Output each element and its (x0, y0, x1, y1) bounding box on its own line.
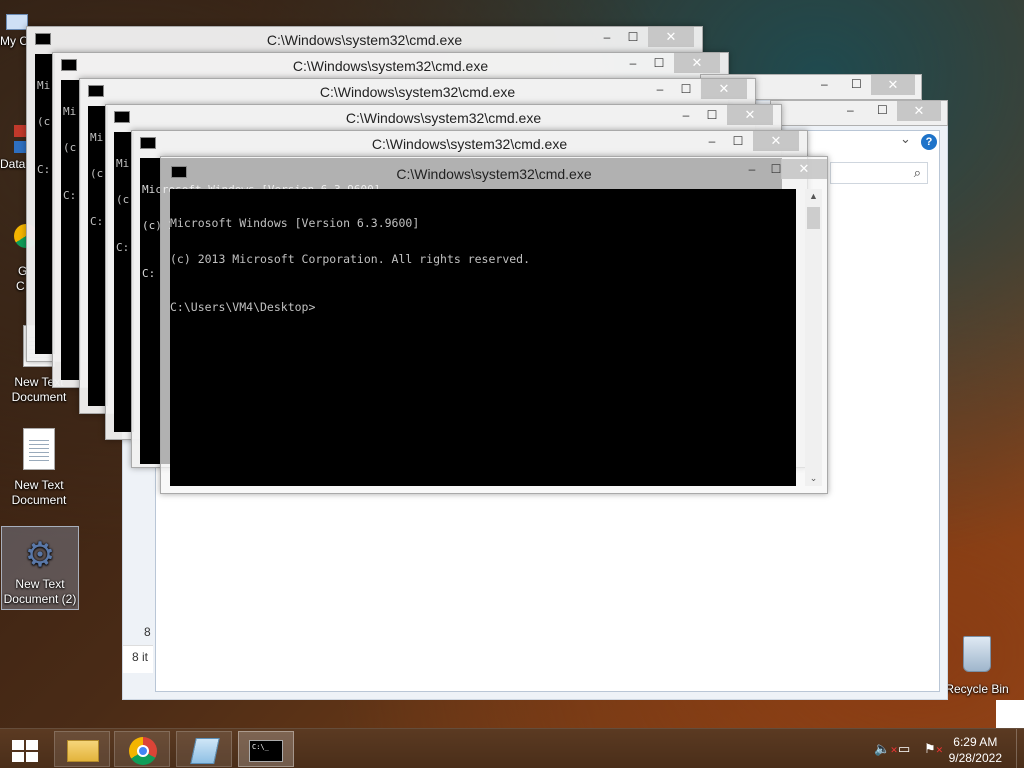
close-button[interactable]: ✕ (781, 159, 827, 179)
chrome-icon (129, 737, 157, 765)
minimize-button[interactable]: – (847, 103, 854, 117)
desktop-icon-label: New Text Document (2) (3, 577, 77, 606)
maximize-button[interactable]: ☐ (646, 53, 672, 73)
explorer-status-count: 8 (144, 625, 151, 639)
cmd-titlebar[interactable]: C:\Windows\system32\cmd.exe – ☐ ✕ (27, 27, 702, 53)
console-line: Microsoft Windows [Version 6.3.9600] (170, 216, 420, 230)
recycle-bin-icon (957, 630, 997, 674)
cmd-console[interactable]: Mi (c C: (61, 80, 81, 380)
notepad-icon (190, 738, 220, 764)
explorer-status-items: 8 it (132, 650, 149, 664)
maximize-button[interactable]: ☐ (725, 131, 751, 151)
desktop-icon-new-text-document-3[interactable]: ⚙ New Text Document (2) (1, 526, 79, 610)
scroll-thumb[interactable] (807, 207, 820, 229)
chrome-icon (0, 222, 38, 250)
close-button[interactable]: ✕ (727, 105, 773, 125)
taskbar-file-explorer[interactable] (54, 731, 110, 767)
desktop: My C Data G C New Text Document New Text… (0, 0, 1024, 728)
network-icon[interactable]: ▭ (898, 741, 910, 757)
minimize-button[interactable]: – (821, 77, 828, 91)
minimize-button[interactable]: – (739, 159, 765, 179)
cmd-icon-text: C:\_ (252, 743, 269, 751)
desktop-icon-label: New Text Document (11, 478, 67, 507)
volume-muted-icon[interactable]: 🔈✕ (874, 741, 898, 757)
cmd-console[interactable]: Microsoft Windows [Version 6.3.9600] (c)… (170, 189, 796, 486)
maximize-button[interactable]: ☐ (699, 105, 725, 125)
explorer-chevron-icon[interactable]: ⌄ (900, 131, 916, 147)
settings-file-icon: ⚙ (24, 536, 56, 574)
shortcut-icon (0, 125, 28, 159)
maximize-button[interactable]: ☐ (620, 27, 646, 47)
minimize-button[interactable]: – (647, 79, 673, 99)
close-button[interactable]: ✕ (871, 75, 915, 95)
taskbar-clock[interactable]: 6:29 AM 9/28/2022 (949, 734, 1002, 766)
system-tray: 🔈✕ ▭ ⚑✕ (868, 729, 948, 768)
cmd-titlebar[interactable]: C:\Windows\system32\cmd.exe – ☐ ✕ (161, 157, 827, 183)
close-button[interactable]: ✕ (753, 131, 799, 151)
cmd-titlebar[interactable]: C:\Windows\system32\cmd.exe – ☐ ✕ (80, 79, 755, 105)
scroll-up-arrow[interactable]: ▲ (805, 191, 822, 201)
cmd-title: C:\Windows\system32\cmd.exe (396, 166, 592, 182)
console-line: (c) 2013 Microsoft Corporation. All righ… (170, 252, 531, 266)
close-button[interactable]: ✕ (897, 101, 941, 121)
windows-logo-icon (12, 740, 38, 762)
cmd-icon: C:\_ (249, 740, 283, 762)
action-center-icon[interactable]: ⚑✕ (924, 741, 943, 757)
desktop-icon-new-text-document-2[interactable]: New Text Document (0, 428, 78, 508)
taskbar-cmd[interactable]: C:\_ (238, 731, 294, 767)
start-button[interactable] (0, 731, 50, 767)
clock-date: 9/28/2022 (948, 751, 1002, 765)
minimize-button[interactable]: – (620, 53, 646, 73)
explorer-search-box[interactable]: ⌕ (830, 162, 928, 184)
close-button[interactable]: ✕ (701, 79, 747, 99)
folder-icon (67, 740, 99, 762)
text-document-icon (19, 428, 59, 474)
maximize-button[interactable]: ☐ (877, 103, 888, 117)
maximize-button[interactable]: ☐ (851, 77, 862, 91)
desktop-icon-recycle-bin[interactable]: Recycle Bin (938, 630, 1016, 697)
explorer-titlebar-strip-2: – ☐ ✕ (770, 100, 948, 126)
taskbar-notepad[interactable] (176, 731, 232, 767)
computer-icon (0, 10, 28, 46)
maximize-button[interactable]: ☐ (673, 79, 699, 99)
minimize-button[interactable]: – (673, 105, 699, 125)
explorer-help-icon[interactable]: ? (921, 134, 937, 150)
corner-white-patch (996, 700, 1024, 728)
cmd-titlebar[interactable]: C:\Windows\system32\cmd.exe – ☐ ✕ (132, 131, 807, 157)
close-button[interactable]: ✕ (674, 53, 720, 73)
cmd-titlebar[interactable]: C:\Windows\system32\cmd.exe – ☐ ✕ (53, 53, 728, 79)
cmd-titlebar[interactable]: C:\Windows\system32\cmd.exe – ☐ ✕ (106, 105, 781, 131)
cmd-vertical-scrollbar[interactable]: ▲ ⌄ (805, 189, 822, 486)
scroll-down-arrow[interactable]: ⌄ (805, 473, 822, 484)
minimize-button[interactable]: – (594, 27, 620, 47)
desktop-icon-label: Recycle Bin (945, 682, 1009, 696)
minimize-button[interactable]: – (699, 131, 725, 151)
taskbar-chrome[interactable] (114, 731, 170, 767)
console-prompt[interactable]: C:\Users\VM4\Desktop> (170, 301, 796, 313)
explorer-status-bar: 8 it (123, 645, 153, 673)
search-icon: ⌕ (913, 165, 921, 180)
close-button[interactable]: ✕ (648, 27, 694, 47)
show-desktop-button[interactable] (1016, 729, 1024, 768)
taskbar: C:\_ 🔈✕ ▭ ⚑✕ 6:29 AM 9/28/2022 (0, 728, 1024, 768)
clock-time: 6:29 AM (953, 735, 998, 749)
cmd-window-active[interactable]: C:\Windows\system32\cmd.exe – ☐ ✕ Micros… (160, 156, 828, 494)
